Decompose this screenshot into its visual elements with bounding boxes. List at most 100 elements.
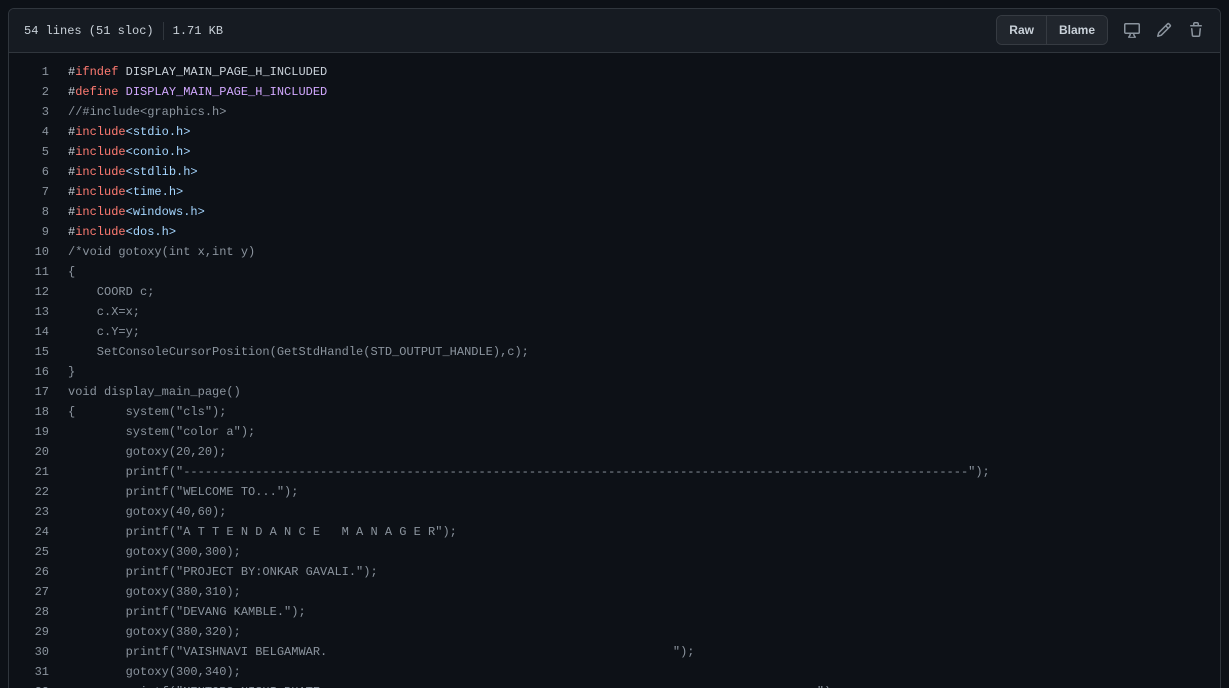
line-content: gotoxy(40,60); [49,502,227,522]
code-token: /*void gotoxy(int x,int y) [68,245,256,259]
trash-icon[interactable] [1180,15,1212,45]
line-number[interactable]: 15 [9,342,49,362]
code-token: { system("cls"); [68,405,227,419]
line-number[interactable]: 27 [9,582,49,602]
code-token: c.X=x; [68,305,141,319]
code-token: DISPLAY_MAIN_PAGE_H_INCLUDED [118,85,328,99]
line-number[interactable]: 1 [9,62,49,82]
code-token: printf("VAISHNAVI BELGAMWAR. "); [68,645,695,659]
blame-button[interactable]: Blame [1045,16,1107,44]
code-token: DISPLAY_MAIN_PAGE_H_INCLUDED [118,65,328,79]
line-content: gotoxy(380,310); [49,582,241,602]
code-token: gotoxy(300,300); [68,545,241,559]
line-number[interactable]: 12 [9,282,49,302]
line-number[interactable]: 10 [9,242,49,262]
code-line: 25 gotoxy(300,300); [9,542,1220,562]
code-token: <time.h> [125,185,184,199]
code-line: 24 printf("A T T E N D A N C E M A N A G… [9,522,1220,542]
line-number[interactable]: 3 [9,102,49,122]
line-number[interactable]: 16 [9,362,49,382]
line-number[interactable]: 6 [9,162,49,182]
line-content: printf("WELCOME TO..."); [49,482,299,502]
code-line: 26 printf("PROJECT BY:ONKAR GAVALI."); [9,562,1220,582]
line-number[interactable]: 26 [9,562,49,582]
line-number[interactable]: 18 [9,402,49,422]
file-size: 1.71 KB [172,23,224,38]
code-token: } [68,365,76,379]
code-token: <conio.h> [125,145,191,159]
code-token: c.Y=y; [68,325,141,339]
line-number[interactable]: 29 [9,622,49,642]
line-content: void display_main_page() [49,382,241,402]
raw-button[interactable]: Raw [997,16,1046,44]
line-number[interactable]: 28 [9,602,49,622]
line-content: #include<dos.h> [49,222,176,242]
lines-count: 54 lines (51 sloc) [24,23,154,38]
code-line: 3 //#include<graphics.h> [9,102,1220,122]
line-number[interactable]: 25 [9,542,49,562]
line-content: printf("--------------------------------… [49,462,990,482]
line-content: SetConsoleCursorPosition(GetStdHandle(ST… [49,342,529,362]
code-line: 10 /*void gotoxy(int x,int y) [9,242,1220,262]
line-number[interactable]: 11 [9,262,49,282]
code-line: 30 printf("VAISHNAVI BELGAMWAR. "); [9,642,1220,662]
line-content: #define DISPLAY_MAIN_PAGE_H_INCLUDED [49,82,327,102]
code-line: 29 gotoxy(380,320); [9,622,1220,642]
code-line: 19 system("color a"); [9,422,1220,442]
code-token: printf("PROJECT BY:ONKAR GAVALI."); [68,565,378,579]
line-content: printf("VAISHNAVI BELGAMWAR. "); [49,642,695,662]
code-token: ifndef [75,65,119,79]
code-token: include [75,125,126,139]
line-number[interactable]: 14 [9,322,49,342]
line-number[interactable]: 2 [9,82,49,102]
desktop-icon[interactable] [1116,15,1148,45]
code-token: SetConsoleCursorPosition(GetStdHandle(ST… [68,345,529,359]
line-content: { [49,262,75,282]
line-number[interactable]: 5 [9,142,49,162]
file-actions: Raw Blame [996,15,1212,45]
line-content: #ifndef DISPLAY_MAIN_PAGE_H_INCLUDED [49,62,327,82]
line-content: gotoxy(20,20); [49,442,227,462]
code-token: gotoxy(40,60); [68,505,227,519]
code-line: 9 #include<dos.h> [9,222,1220,242]
pencil-icon[interactable] [1148,15,1180,45]
line-content: system("color a"); [49,422,256,442]
line-number[interactable]: 7 [9,182,49,202]
line-content: #include<windows.h> [49,202,205,222]
code-token: <stdlib.h> [125,165,198,179]
code-token: include [75,225,126,239]
line-number[interactable]: 8 [9,202,49,222]
line-content: c.X=x; [49,302,140,322]
line-number[interactable]: 9 [9,222,49,242]
line-number[interactable]: 4 [9,122,49,142]
file-info: 54 lines (51 sloc) 1.71 KB [24,21,224,40]
code-token: gotoxy(300,340); [68,665,241,679]
line-content: #include<stdlib.h> [49,162,198,182]
line-number[interactable]: 22 [9,482,49,502]
line-number[interactable]: 17 [9,382,49,402]
line-number[interactable]: 13 [9,302,49,322]
code-token: include [75,185,126,199]
code-line: 11 { [9,262,1220,282]
line-number[interactable]: 24 [9,522,49,542]
line-content: printf("PROJECT BY:ONKAR GAVALI."); [49,562,378,582]
line-number[interactable]: 23 [9,502,49,522]
code-token: include [75,145,126,159]
line-number[interactable]: 21 [9,462,49,482]
line-number[interactable]: 30 [9,642,49,662]
line-number[interactable]: 19 [9,422,49,442]
code-line: 4 #include<stdio.h> [9,122,1220,142]
code-token: include [75,165,126,179]
code-line: 6 #include<stdlib.h> [9,162,1220,182]
code-token: include [75,205,126,219]
code-line: 28 printf("DEVANG KAMBLE."); [9,602,1220,622]
code-line: 21 printf("-----------------------------… [9,462,1220,482]
code-token: printf("DEVANG KAMBLE."); [68,605,306,619]
line-number[interactable]: 32 [9,682,49,688]
code-token: system("color a"); [68,425,256,439]
code-line: 7 #include<time.h> [9,182,1220,202]
line-number[interactable]: 20 [9,442,49,462]
code-token: <stdio.h> [125,125,191,139]
code-line: 1 #ifndef DISPLAY_MAIN_PAGE_H_INCLUDED [9,62,1220,82]
line-number[interactable]: 31 [9,662,49,682]
